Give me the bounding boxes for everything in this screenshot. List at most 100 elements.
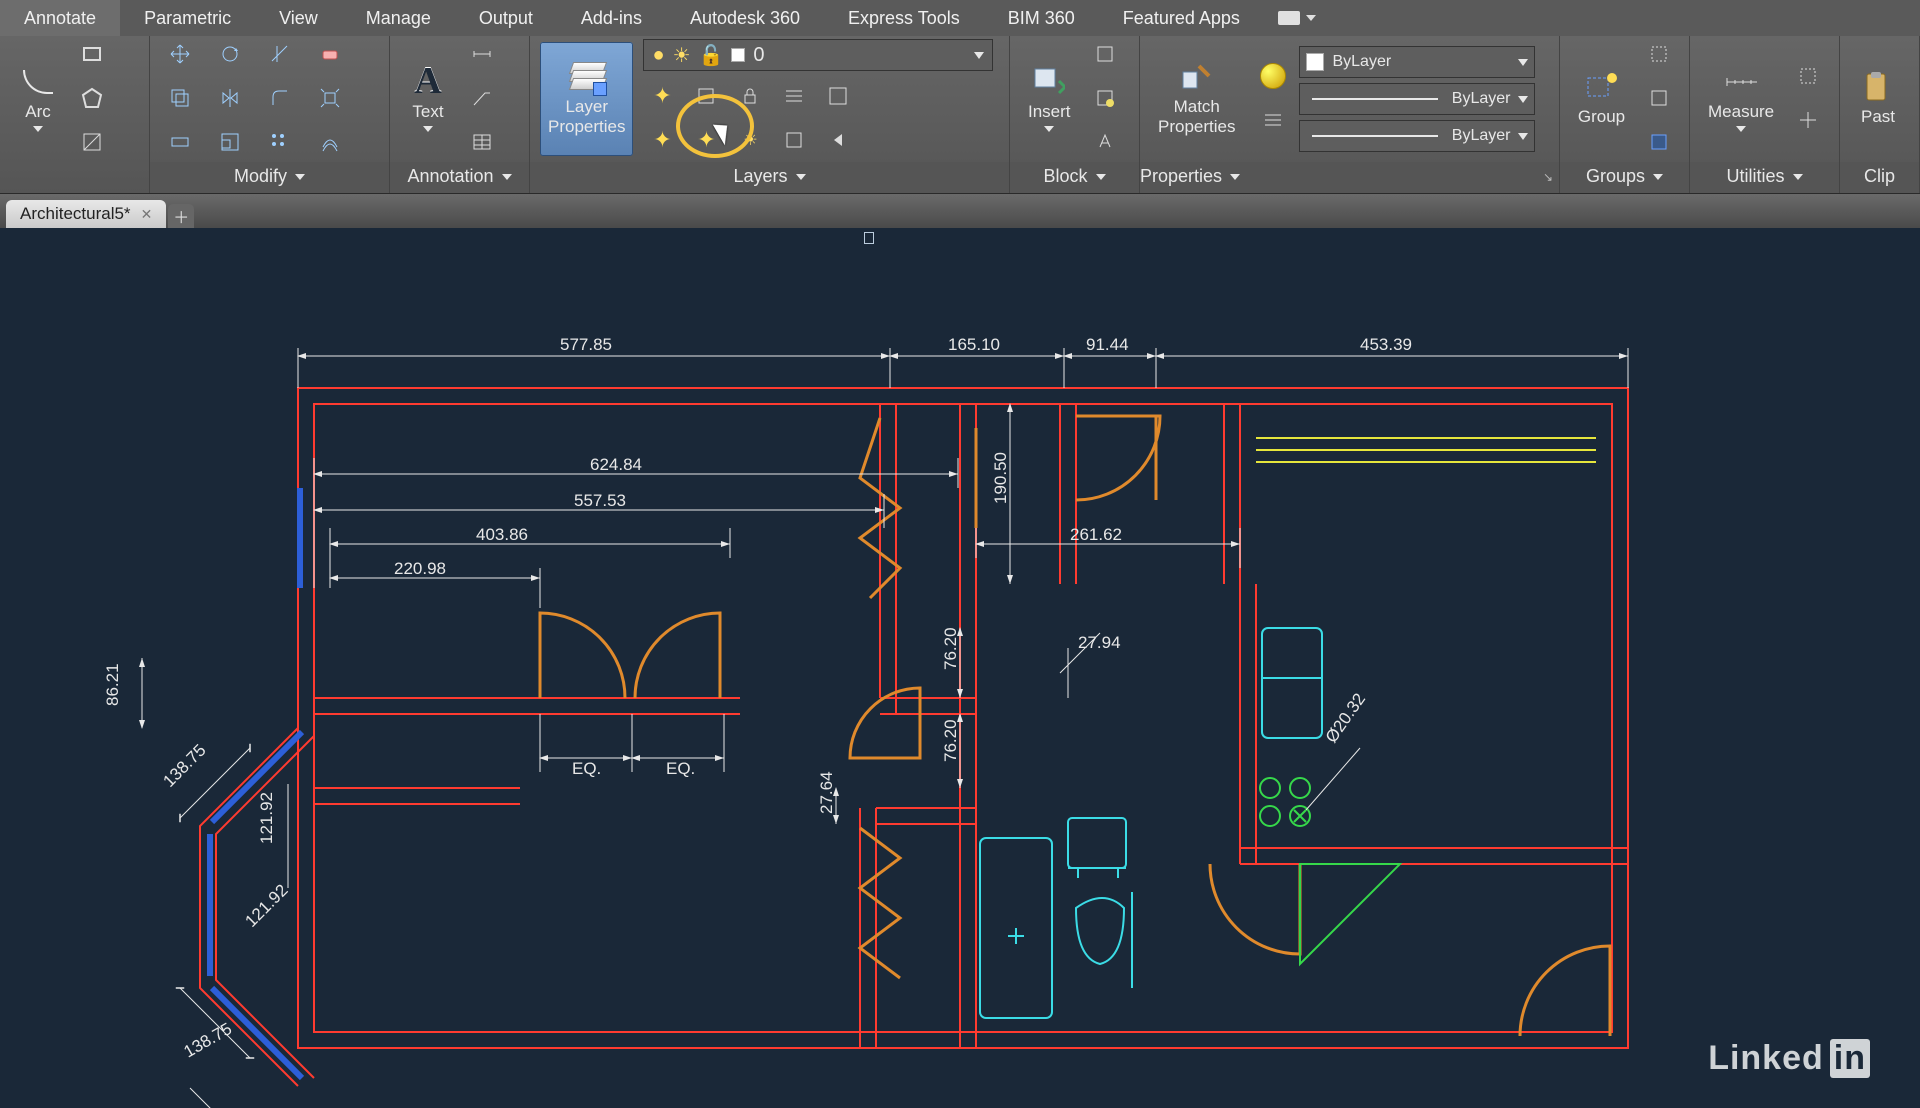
explode-button[interactable] (310, 79, 350, 117)
panel-block-title[interactable]: Block (1010, 162, 1139, 193)
layer-isolate-button[interactable]: ✦ (643, 121, 681, 159)
new-tab-button[interactable]: ＋ (168, 204, 194, 228)
ungroup-button[interactable] (1639, 35, 1679, 73)
menu-manage[interactable]: Manage (342, 0, 455, 36)
arc-label: Arc (25, 102, 51, 122)
offset-button[interactable] (310, 123, 350, 161)
layer-states-button[interactable] (775, 121, 813, 159)
block-create-button[interactable] (1085, 35, 1125, 73)
dropdown-icon (1793, 174, 1803, 180)
menu-addins[interactable]: Add-ins (557, 0, 666, 36)
draw-hatch-button[interactable] (72, 123, 112, 161)
panel-properties-title[interactable]: Properties↘ (1140, 162, 1559, 193)
panel-modify-title[interactable]: Modify (150, 162, 389, 193)
scale-button[interactable] (210, 123, 250, 161)
color-wheel-button[interactable] (1253, 57, 1293, 95)
group-bbox-button[interactable] (1639, 123, 1679, 161)
layer-lock-button[interactable] (731, 77, 769, 115)
arc-button[interactable]: Arc (10, 42, 66, 156)
layer-make-current-button[interactable] (775, 77, 813, 115)
insert-button[interactable]: Insert (1020, 42, 1079, 156)
menu-annotate[interactable]: Annotate (0, 0, 120, 36)
copy-button[interactable] (160, 79, 200, 117)
quick-calc-button[interactable] (1788, 101, 1828, 139)
linetype-bylayer-dropdown[interactable]: ByLayer (1299, 120, 1535, 152)
video-dropdown-icon[interactable] (1306, 15, 1316, 21)
video-icon[interactable] (1278, 11, 1300, 25)
menu-bim360[interactable]: BIM 360 (984, 0, 1099, 36)
insert-label: Insert (1028, 102, 1071, 122)
dimension-button[interactable] (462, 35, 502, 73)
panel-groups-title[interactable]: Groups (1560, 162, 1689, 193)
group-button[interactable]: Group (1570, 42, 1633, 156)
list-button[interactable] (1253, 101, 1293, 139)
rotate-button[interactable] (210, 35, 250, 73)
lineweight-bylayer-label: ByLayer (1452, 90, 1511, 108)
close-icon[interactable]: ✕ (141, 206, 153, 223)
layer-color-swatch (731, 48, 745, 62)
dim-138b: 138.75 (181, 1019, 236, 1061)
block-attribute-button[interactable] (1085, 123, 1125, 161)
measure-button[interactable]: Measure (1700, 42, 1782, 156)
menu-expresstools[interactable]: Express Tools (824, 0, 984, 36)
menu-view[interactable]: View (255, 0, 342, 36)
panel-utilities-title[interactable]: Utilities (1690, 162, 1839, 193)
erase-button[interactable] (310, 35, 350, 73)
draw-polygon-button[interactable] (72, 79, 112, 117)
match-properties-button[interactable]: Match Properties (1150, 42, 1243, 156)
drawing-canvas[interactable]: 577.85 165.10 91.44 453.39 624.84 557.53… (0, 228, 1920, 1108)
dim-76b: 76.20 (941, 719, 960, 762)
panel-draw: Arc . (0, 36, 150, 193)
layer-off-button[interactable]: ✦ (643, 77, 681, 115)
dim-121b: 121.92 (241, 881, 291, 931)
panel-utilities: Measure Utilities (1690, 36, 1840, 193)
dim-220: 220.98 (394, 559, 446, 578)
dropdown-icon (33, 126, 43, 132)
dim-190: 190.50 (991, 452, 1010, 504)
panel-expand-icon[interactable]: ↘ (1543, 170, 1553, 184)
lineweight-bylayer-dropdown[interactable]: ByLayer (1299, 83, 1535, 115)
group-label: Group (1578, 107, 1625, 127)
layer-freeze-button[interactable] (687, 77, 725, 115)
layer-sun-icon: ☀ (673, 43, 691, 68)
fillet-button[interactable] (260, 79, 300, 117)
group-edit-button[interactable] (1639, 79, 1679, 117)
panel-annotation-title[interactable]: Annotation (390, 162, 529, 193)
dim-2794: 27.94 (1078, 633, 1121, 652)
text-button[interactable]: A Text (400, 42, 456, 156)
menu-parametric[interactable]: Parametric (120, 0, 255, 36)
current-layer-dropdown[interactable]: ● ☀ 🔓 0 (643, 39, 993, 71)
sun-icon: ☀ (743, 130, 757, 150)
measure-label: Measure (1708, 102, 1774, 122)
layer-bulb-icon: ● (652, 44, 664, 67)
layer-thaw-button[interactable]: ☀ (731, 121, 769, 159)
menu-output[interactable]: Output (455, 0, 557, 36)
layer-match-button[interactable] (819, 77, 857, 115)
trim-button[interactable] (260, 35, 300, 73)
panel-clipboard-title[interactable]: Clip (1840, 162, 1919, 193)
dim-86: 86.21 (103, 663, 122, 706)
paste-button[interactable]: Past (1850, 42, 1906, 156)
move-button[interactable] (160, 35, 200, 73)
menu-featuredapps[interactable]: Featured Apps (1099, 0, 1264, 36)
dim-91: 91.44 (1086, 335, 1129, 354)
layer-properties-button[interactable]: Layer Properties (540, 42, 633, 156)
panel-groups: Group Groups (1560, 36, 1690, 193)
paste-label: Past (1861, 107, 1895, 127)
block-edit-button[interactable] (1085, 79, 1125, 117)
table-button[interactable] (462, 123, 502, 161)
document-tab[interactable]: Architectural5* ✕ (6, 200, 166, 228)
draw-rectangle-button[interactable] (72, 35, 112, 73)
array-button[interactable] (260, 123, 300, 161)
panel-layers-title[interactable]: Layers (530, 162, 1009, 193)
leader-button[interactable] (462, 79, 502, 117)
color-bylayer-dropdown[interactable]: ByLayer (1299, 46, 1535, 78)
mirror-button[interactable] (210, 79, 250, 117)
layer-previous-button[interactable] (819, 121, 857, 159)
select-all-button[interactable] (1788, 57, 1828, 95)
freeze-icon: ✦ (653, 83, 671, 109)
menu-autodesk360[interactable]: Autodesk 360 (666, 0, 824, 36)
dim-eq-2: EQ. (666, 759, 695, 778)
mouse-cursor-icon (718, 120, 736, 144)
stretch-button[interactable] (160, 123, 200, 161)
